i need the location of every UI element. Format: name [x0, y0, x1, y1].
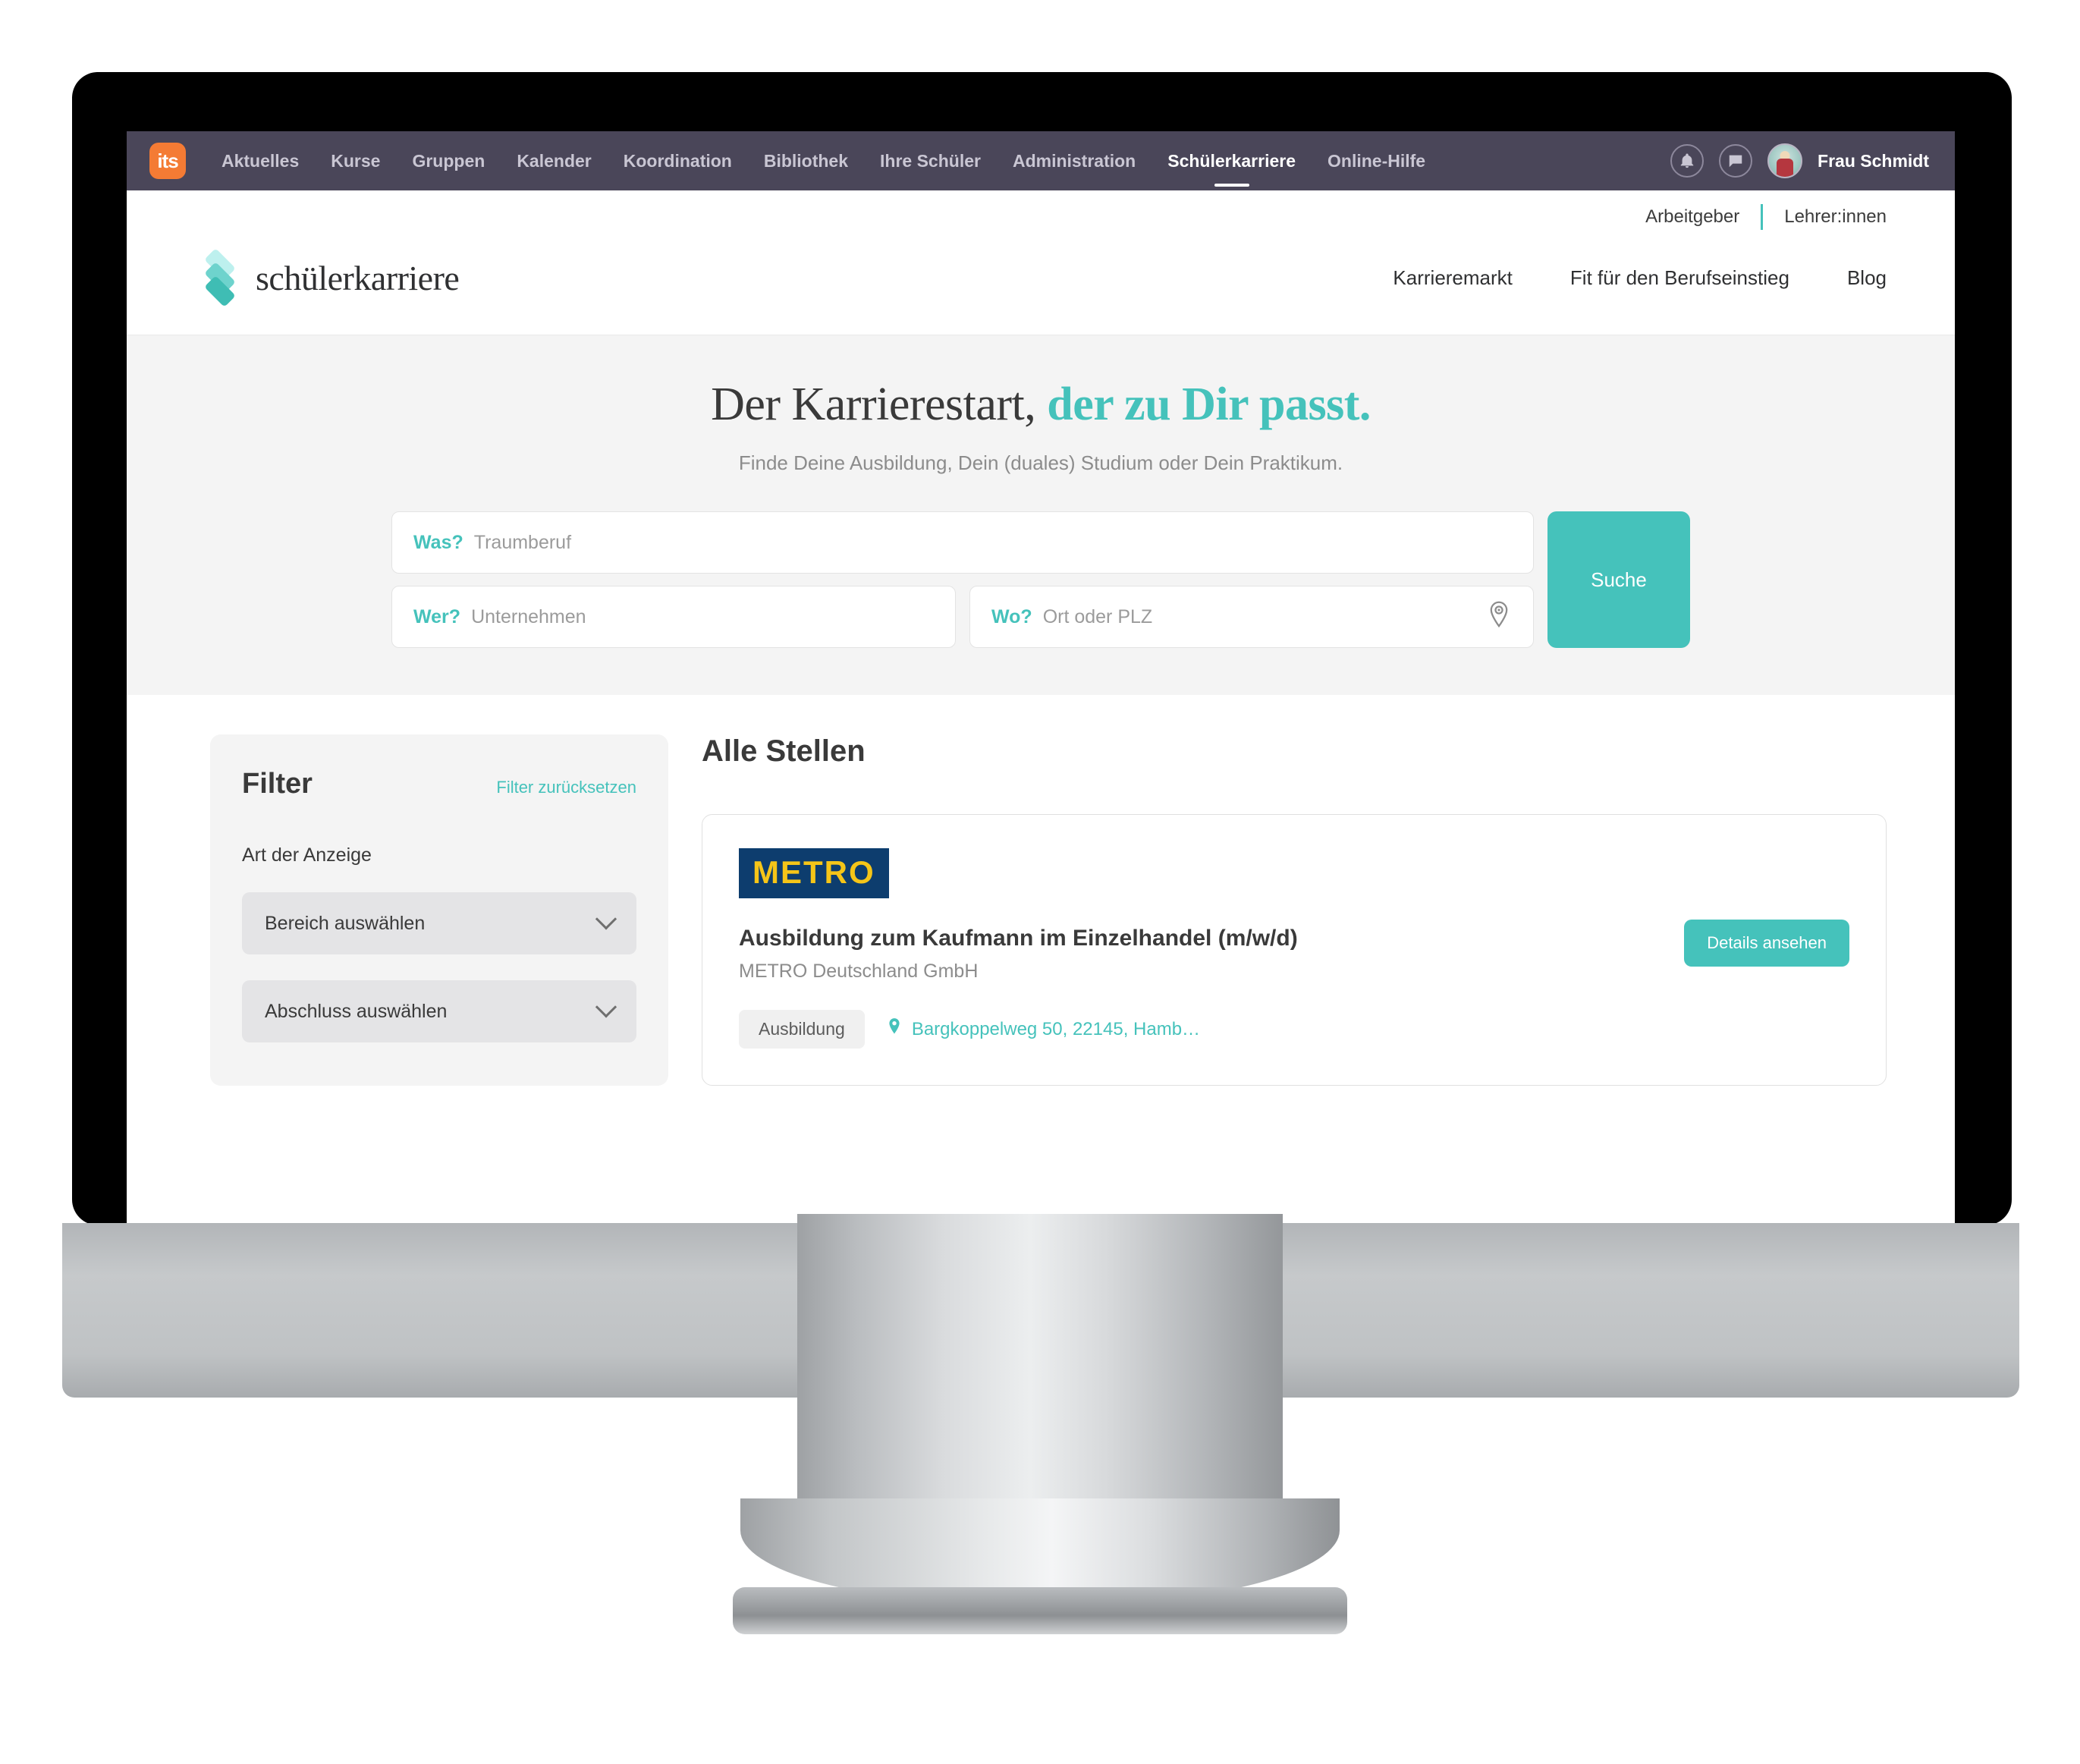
avatar[interactable]	[1767, 143, 1803, 178]
map-pin-icon	[886, 1017, 903, 1042]
job-title[interactable]: Ausbildung zum Kaufmann im Einzelhandel …	[739, 926, 1849, 951]
monitor-stand-neck	[797, 1214, 1283, 1533]
company-logo-metro: METRO	[739, 848, 889, 898]
monitor-screen: its Aktuelles Kurse Gruppen Kalender Koo…	[127, 131, 1955, 1243]
site-header: Arbeitgeber Lehrer:innen schülerkarriere	[127, 190, 1955, 335]
job-meta: Ausbildung Bargkoppelweg 50, 22145, Hamb…	[739, 1010, 1849, 1049]
nav-item-kalender[interactable]: Kalender	[517, 131, 591, 191]
nav-item-koordination[interactable]: Koordination	[624, 131, 732, 191]
what-field[interactable]: Was?	[391, 511, 1534, 574]
menu-item-karrieremarkt[interactable]: Karrieremarkt	[1393, 266, 1512, 290]
brand-logo-link[interactable]: schülerkarriere	[195, 248, 460, 307]
chevron-down-icon	[595, 908, 617, 930]
job-location[interactable]: Bargkoppelweg 50, 22145, Hamb…	[886, 1017, 1200, 1042]
search-input-where[interactable]	[1042, 605, 1512, 628]
search-row-top: Was?	[391, 511, 1534, 574]
menu-item-fit-fuer-den-berufseinstieg[interactable]: Fit für den Berufseinstieg	[1570, 266, 1789, 290]
results-column: Alle Stellen METRO Ausbildung zum Kaufma…	[702, 734, 1887, 1086]
search-panel: Was? Wer? Wo?	[391, 511, 1690, 648]
nav-item-gruppen[interactable]: Gruppen	[412, 131, 485, 191]
hero-title-accent: der zu Dir passt.	[1047, 379, 1371, 430]
menu-item-blog[interactable]: Blog	[1847, 266, 1887, 290]
stacked-layers-icon	[195, 248, 245, 307]
nav-item-schuelerkarriere[interactable]: Schülerkarriere	[1167, 131, 1296, 191]
search-input-what[interactable]	[473, 531, 1512, 554]
nav-user-area: Frau Schmidt	[1670, 143, 1929, 178]
page-title: Der Karrierestart, der zu Dir passt.	[127, 378, 1955, 432]
brand-name: schülerkarriere	[256, 258, 460, 297]
search-fields: Was? Wer? Wo?	[391, 511, 1534, 648]
utility-nav: Arbeitgeber Lehrer:innen	[195, 204, 1887, 236]
filter-header: Filter Filter zurücksetzen	[242, 768, 636, 800]
brand-row: schülerkarriere Karrieremarkt Fit für de…	[195, 236, 1887, 335]
hero-title-plain: Der Karrierestart,	[711, 379, 1048, 430]
filter-group-label: Art der Anzeige	[242, 844, 372, 866]
map-pin-icon[interactable]	[1486, 601, 1512, 634]
select-bereich-label: Bereich auswählen	[265, 912, 426, 934]
nav-item-ihre-schueler[interactable]: Ihre Schüler	[880, 131, 981, 191]
bell-icon[interactable]	[1670, 144, 1705, 178]
details-button[interactable]: Details ansehen	[1684, 920, 1849, 967]
results-section: Filter Filter zurücksetzen Art der Anzei…	[127, 695, 1955, 1086]
job-company: METRO Deutschland GmbH	[739, 961, 979, 982]
utility-divider	[1761, 204, 1764, 230]
nav-item-bibliothek[interactable]: Bibliothek	[764, 131, 848, 191]
what-label: Was?	[413, 531, 463, 553]
site-main-menu: Karrieremarkt Fit für den Berufseinstieg…	[1393, 266, 1887, 290]
where-field[interactable]: Wo?	[969, 586, 1534, 648]
select-bereich[interactable]: Bereich auswählen	[242, 892, 636, 954]
results-title: Alle Stellen	[702, 734, 866, 768]
search-input-who[interactable]	[471, 605, 934, 628]
who-label: Wer?	[413, 605, 461, 627]
who-field[interactable]: Wer?	[391, 586, 956, 648]
hero-subtitle: Finde Deine Ausbildung, Dein (duales) St…	[738, 451, 1343, 474]
itslearning-logo[interactable]: its	[149, 143, 186, 179]
avatar-body	[1777, 159, 1794, 177]
where-label: Wo?	[991, 605, 1032, 627]
select-abschluss[interactable]: Abschluss auswählen	[242, 980, 636, 1042]
utility-link-arbeitgeber[interactable]: Arbeitgeber	[1645, 206, 1739, 228]
nav-item-aktuelles[interactable]: Aktuelles	[222, 131, 299, 191]
nav-item-administration[interactable]: Administration	[1013, 131, 1136, 191]
job-type-tag: Ausbildung	[739, 1010, 865, 1049]
nav-item-kurse[interactable]: Kurse	[331, 131, 380, 191]
screenshot-scene: its Aktuelles Kurse Gruppen Kalender Koo…	[0, 0, 2080, 1764]
nav-item-online-hilfe[interactable]: Online-Hilfe	[1327, 131, 1425, 191]
search-submit-button[interactable]: Suche	[1547, 511, 1690, 648]
itslearning-top-nav: its Aktuelles Kurse Gruppen Kalender Koo…	[127, 131, 1955, 190]
utility-link-lehrerinnen[interactable]: Lehrer:innen	[1784, 206, 1887, 228]
hero-section: Der Karrierestart, der zu Dir passt. Fin…	[127, 335, 1955, 695]
monitor-bezel: its Aktuelles Kurse Gruppen Kalender Koo…	[72, 72, 2012, 1243]
filter-reset-link[interactable]: Filter zurücksetzen	[496, 778, 636, 797]
chevron-down-icon	[595, 996, 617, 1018]
filter-title: Filter	[242, 768, 313, 800]
job-location-text: Bargkoppelweg 50, 22145, Hamb…	[911, 1018, 1201, 1039]
browser-page: its Aktuelles Kurse Gruppen Kalender Koo…	[127, 131, 1955, 1243]
job-card[interactable]: METRO Ausbildung zum Kaufmann im Einzelh…	[702, 814, 1887, 1086]
monitor-stand-base	[733, 1587, 1347, 1634]
user-name[interactable]: Frau Schmidt	[1818, 151, 1929, 171]
search-row-bottom: Wer? Wo?	[391, 586, 1534, 648]
chat-bubble-icon[interactable]	[1719, 144, 1753, 178]
filter-panel: Filter Filter zurücksetzen Art der Anzei…	[210, 734, 668, 1086]
select-abschluss-label: Abschluss auswählen	[265, 1000, 448, 1022]
